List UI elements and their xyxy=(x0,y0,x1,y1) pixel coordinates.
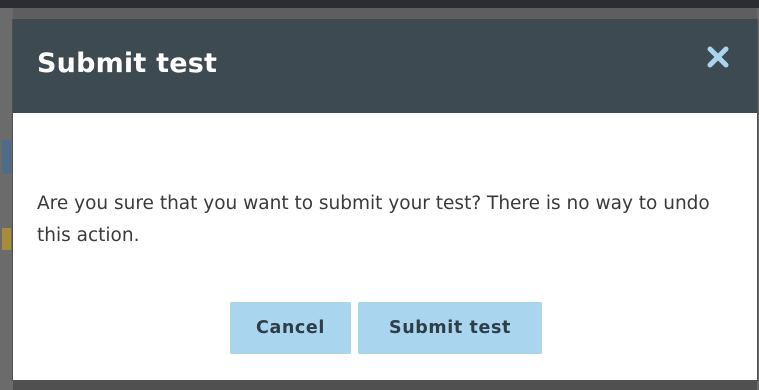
dialog-actions: Cancel Submit test xyxy=(230,302,542,354)
backdrop-left-accent xyxy=(2,140,11,174)
close-button[interactable] xyxy=(703,42,733,72)
backdrop-top-bar xyxy=(0,0,759,8)
submit-test-dialog: Submit test Are you sure that you want t… xyxy=(13,20,757,380)
backdrop-left-accent-secondary xyxy=(2,228,11,250)
backdrop-bottom-edge xyxy=(13,380,757,390)
submit-test-button[interactable]: Submit test xyxy=(358,302,542,354)
screen: Submit test Are you sure that you want t… xyxy=(0,0,759,390)
close-icon xyxy=(707,46,729,68)
dialog-message: Are you sure that you want to submit you… xyxy=(37,193,710,246)
dialog-title: Submit test xyxy=(37,48,218,79)
cancel-button[interactable]: Cancel xyxy=(230,302,351,354)
backdrop-left-edge xyxy=(0,8,13,390)
dialog-header: Submit test xyxy=(13,20,757,113)
